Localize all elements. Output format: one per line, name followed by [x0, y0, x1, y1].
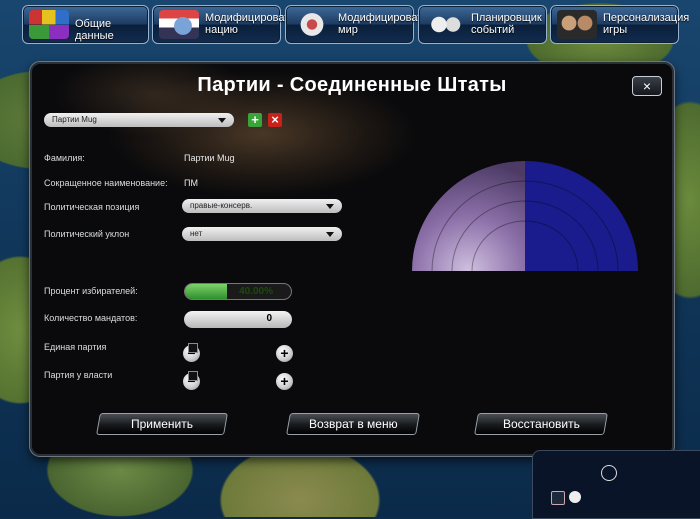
voters-percent-stepper[interactable]: 40.00% [184, 283, 292, 300]
voters-percent-value: 40.00% [239, 286, 273, 297]
tab-label: Общие данные [75, 18, 114, 42]
minimap[interactable] [532, 450, 700, 519]
ruling-party-checkbox[interactable] [188, 371, 198, 381]
political-position-label: Политическая позиция [44, 202, 140, 212]
seats-count-label: Количество мандатов: [44, 313, 138, 323]
restore-button[interactable]: Восстановить [474, 413, 608, 435]
chevron-down-icon [218, 118, 226, 123]
back-to-menu-button[interactable]: Возврат в меню [286, 413, 420, 435]
family-label: Фамилия: [44, 153, 85, 163]
tab-general-data[interactable]: Общие данные [22, 5, 149, 44]
tab-label: Персонализация игры [603, 12, 690, 36]
voters-percent-label: Процент избирателей: [44, 286, 138, 296]
crosshair-icon [601, 465, 617, 481]
close-button[interactable]: × [632, 76, 662, 96]
apply-button[interactable]: Применить [96, 413, 228, 435]
delete-party-button[interactable]: × [268, 113, 282, 127]
close-icon: × [642, 78, 652, 94]
political-bias-label: Политический уклон [44, 229, 130, 239]
ruling-party-label: Партия у власти [44, 370, 113, 380]
x-icon: × [271, 112, 279, 127]
tab-label: Модифицировать нацию [205, 12, 295, 36]
short-name-label: Сокращенное наименование: [44, 178, 168, 188]
seats-count-stepper[interactable]: 0 [184, 311, 292, 328]
tab-label: Планировщик событий [471, 12, 542, 36]
tab-event-planner[interactable]: Планировщик событий [418, 5, 547, 44]
parliament-seat-chart [412, 161, 638, 272]
single-party-label: Единая партия [44, 342, 107, 352]
flag-globe-icon [159, 10, 199, 39]
events-icon [425, 10, 465, 39]
plus-icon: + [251, 112, 259, 127]
party-select[interactable]: Партии Mug [44, 113, 234, 127]
political-bias-select[interactable]: нет [182, 227, 342, 241]
political-position-select[interactable]: правые-консерв. [182, 199, 342, 213]
chevron-down-icon [326, 232, 334, 237]
tab-label: Модифицировать мир [338, 12, 428, 36]
family-value: Партии Mug [184, 153, 235, 163]
plus-icon: + [280, 373, 289, 389]
tab-modify-world[interactable]: Модифицировать мир [285, 5, 428, 44]
party-seats-left [412, 161, 525, 271]
minimap-zoom-icon[interactable] [569, 491, 581, 503]
voters-percent-fill [185, 284, 228, 299]
plus-icon: + [280, 345, 289, 361]
dialog-title: Партии - Соединенные Штаты [197, 74, 507, 96]
voters-increase-button[interactable]: + [276, 345, 293, 362]
party-select-value: Партии Mug [52, 115, 97, 124]
add-party-button[interactable]: + [248, 113, 262, 127]
tab-modify-nation[interactable]: Модифицировать нацию [152, 5, 295, 44]
short-name-value: ПМ [184, 178, 198, 188]
party-seats-right [525, 161, 638, 271]
seats-count-value: 0 [266, 313, 272, 324]
single-party-checkbox[interactable] [188, 343, 198, 353]
tab-game-personalization[interactable]: Персонализация игры [550, 5, 690, 44]
leaders-icon [557, 10, 597, 39]
bricks-icon [29, 10, 69, 39]
world-tools-icon [292, 10, 332, 39]
chevron-down-icon [326, 204, 334, 209]
political-position-value: правые-консерв. [190, 201, 253, 210]
parties-dialog: Партии - Соединенные Штаты × Партии Mug … [30, 62, 674, 456]
political-bias-value: нет [190, 229, 203, 238]
minimap-home-icon[interactable] [551, 491, 565, 505]
seats-increase-button[interactable]: + [276, 373, 293, 390]
